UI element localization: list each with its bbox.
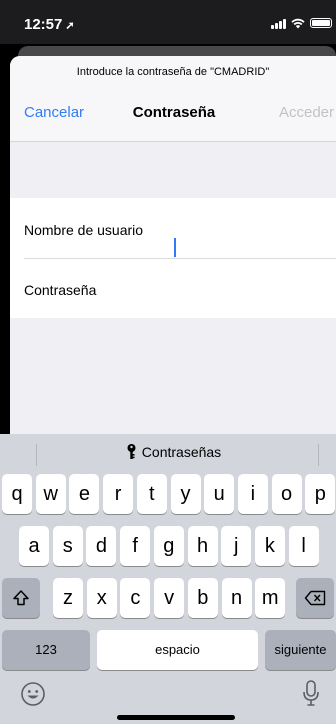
- shift-icon: [13, 590, 29, 606]
- delete-icon: [304, 590, 326, 606]
- battery-icon: [310, 18, 332, 28]
- sheet-header: Introduce la contraseña de "CMADRID" Can…: [10, 56, 336, 142]
- suggestion-divider: [318, 444, 319, 466]
- key-p[interactable]: p: [305, 474, 336, 514]
- username-field[interactable]: Nombre de usuario: [24, 198, 336, 259]
- wifi-icon: [291, 18, 305, 28]
- keyboard: Contraseñas qwertyuiop asdfghjkl zxcvbnm…: [0, 434, 336, 724]
- return-key[interactable]: siguiente: [265, 630, 336, 670]
- key-y[interactable]: y: [170, 474, 201, 514]
- delete-key[interactable]: [296, 578, 334, 618]
- key-f[interactable]: f: [120, 526, 151, 566]
- credentials-form: Nombre de usuario Contraseña: [10, 198, 336, 318]
- key-d[interactable]: d: [86, 526, 117, 566]
- key-h[interactable]: h: [187, 526, 218, 566]
- key-u[interactable]: u: [204, 474, 235, 514]
- key-g[interactable]: g: [153, 526, 184, 566]
- status-time-text: 12:57: [24, 16, 63, 33]
- password-field[interactable]: Contraseña: [24, 258, 336, 318]
- key-b[interactable]: b: [187, 578, 218, 618]
- shift-key[interactable]: [2, 578, 40, 618]
- key-o[interactable]: o: [271, 474, 302, 514]
- text-caret: [174, 238, 176, 257]
- key-k[interactable]: k: [254, 526, 285, 566]
- key-m[interactable]: m: [255, 578, 286, 618]
- keyboard-suggestion-bar: Contraseñas: [0, 434, 336, 474]
- access-button[interactable]: Acceder: [279, 104, 334, 121]
- key-i[interactable]: i: [237, 474, 268, 514]
- key-w[interactable]: w: [35, 474, 66, 514]
- emoji-icon[interactable]: [20, 681, 46, 707]
- space-key[interactable]: espacio: [97, 630, 258, 670]
- key-e[interactable]: e: [69, 474, 100, 514]
- key-j[interactable]: j: [221, 526, 252, 566]
- status-bar: 12:57 ➚: [0, 0, 336, 44]
- key-r[interactable]: r: [103, 474, 134, 514]
- key-z[interactable]: z: [53, 578, 83, 618]
- username-label: Nombre de usuario: [24, 222, 144, 238]
- key-c[interactable]: c: [120, 578, 151, 618]
- numbers-key[interactable]: 123: [2, 630, 90, 670]
- password-label: Contraseña: [24, 282, 97, 298]
- key-q[interactable]: q: [2, 474, 32, 514]
- key-n[interactable]: n: [221, 578, 252, 618]
- key-s[interactable]: s: [52, 526, 83, 566]
- passwords-suggestion[interactable]: Contraseñas: [0, 444, 336, 460]
- key-x[interactable]: x: [86, 578, 117, 618]
- key-icon: [127, 444, 136, 459]
- key-a[interactable]: a: [19, 526, 49, 566]
- passwords-suggestion-label: Contraseñas: [141, 444, 222, 460]
- key-l[interactable]: l: [288, 526, 319, 566]
- status-time: 12:57 ➚: [24, 16, 75, 33]
- location-arrow-icon: ➚: [65, 20, 75, 32]
- status-icons: [271, 16, 332, 30]
- key-t[interactable]: t: [136, 474, 167, 514]
- microphone-icon[interactable]: [301, 679, 321, 707]
- password-prompt: Introduce la contraseña de "CMADRID": [76, 66, 270, 78]
- signal-icon: [271, 18, 286, 29]
- key-v[interactable]: v: [154, 578, 185, 618]
- home-indicator: [117, 715, 235, 720]
